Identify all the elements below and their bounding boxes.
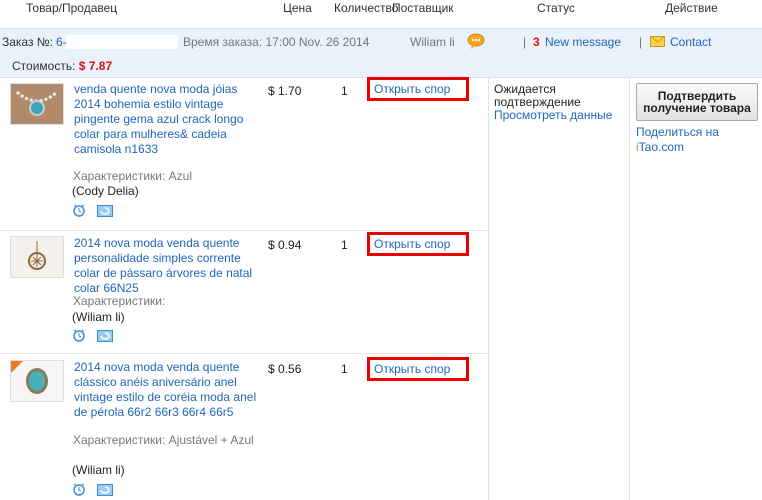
order-time: Время заказа: 17:00 Nov. 26 2014 xyxy=(183,35,370,49)
alarm-clock-icon[interactable] xyxy=(72,329,86,342)
product-title-link[interactable]: 2014 nova moda venda quente personalidad… xyxy=(74,236,264,296)
order-summary-bar: Заказ №: 6- Время заказа: 17:00 Nov. 26 … xyxy=(0,29,762,78)
open-dispute-button[interactable]: Открыть спор xyxy=(367,77,469,101)
alarm-clock-icon[interactable] xyxy=(72,204,86,217)
item-price: $ 1.70 xyxy=(268,84,302,98)
item-quantity: 1 xyxy=(341,238,348,252)
open-dispute-button[interactable]: Открыть спор xyxy=(367,232,469,256)
order-item-row: 2014 nova moda venda quente clássico ané… xyxy=(0,354,488,500)
product-thumbnail[interactable] xyxy=(10,83,64,125)
col-price-header: Цена xyxy=(283,1,312,15)
order-number-redacted xyxy=(66,35,178,49)
col-product-header: Товар/Продавец xyxy=(26,1,118,15)
refresh-icon[interactable] xyxy=(97,484,113,496)
share-link[interactable]: Поделиться на iTao.com xyxy=(636,125,760,155)
view-details-link[interactable]: Просмотреть данные xyxy=(494,109,624,122)
cost-label: Стоимость: xyxy=(12,59,76,73)
confirm-receipt-button[interactable]: Подтвердить получение товара xyxy=(636,83,758,121)
item-price: $ 0.94 xyxy=(268,238,302,252)
divider xyxy=(629,77,630,500)
product-seller: (Wiliam li) xyxy=(72,463,125,477)
table-header: Товар/Продавец Цена Количество Поставщик… xyxy=(0,0,762,29)
share-site-name: Tao.com xyxy=(638,140,685,154)
order-item-row: venda quente nova moda jóias 2014 bohemi… xyxy=(0,77,488,231)
order-action-cell: Подтвердить получение товара Поделиться … xyxy=(636,83,760,155)
order-item-row: 2014 nova moda venda quente personalidad… xyxy=(0,231,488,354)
product-seller: (Cody Delia) xyxy=(72,184,139,198)
share-label: Поделиться на xyxy=(636,125,719,139)
product-thumbnail[interactable] xyxy=(10,236,64,278)
product-characteristics: Характеристики: xyxy=(73,294,166,308)
message-count[interactable]: 3 xyxy=(533,35,540,49)
product-title-link[interactable]: 2014 nova moda venda quente clássico ané… xyxy=(74,360,264,420)
refresh-icon[interactable] xyxy=(97,205,113,217)
product-characteristics: Характеристики: Azul xyxy=(73,169,192,183)
divider xyxy=(488,77,489,500)
order-status-cell: Ожидается подтверждение Просмотреть данн… xyxy=(494,83,624,122)
alarm-clock-icon[interactable] xyxy=(72,483,86,496)
product-characteristics: Характеристики: Ajustável + Azul xyxy=(73,433,254,447)
col-status-header: Статус xyxy=(537,1,575,15)
item-quantity: 1 xyxy=(341,84,348,98)
supplier-name: Wiliam li xyxy=(410,35,455,49)
col-action-header: Действие xyxy=(665,1,718,15)
open-dispute-button[interactable]: Открыть спор xyxy=(367,357,469,381)
product-thumbnail[interactable] xyxy=(10,360,64,402)
contact-link[interactable]: Contact xyxy=(670,35,711,49)
cost-value: $ 7.87 xyxy=(78,59,113,73)
new-message-link[interactable]: New message xyxy=(545,35,621,49)
item-price: $ 0.56 xyxy=(268,362,302,376)
refresh-icon[interactable] xyxy=(97,330,113,342)
status-text: Ожидается подтверждение xyxy=(494,82,581,109)
col-qty-header: Количество xyxy=(334,1,399,15)
product-seller: (Wiliam li) xyxy=(72,310,125,324)
item-quantity: 1 xyxy=(341,362,348,376)
envelope-icon[interactable] xyxy=(650,36,665,50)
order-number-label: Заказ №: xyxy=(2,35,54,49)
col-supplier-header: Поставщик xyxy=(392,1,454,15)
chat-icon[interactable] xyxy=(467,33,485,52)
product-title-link[interactable]: venda quente nova moda jóias 2014 bohemi… xyxy=(74,82,264,157)
